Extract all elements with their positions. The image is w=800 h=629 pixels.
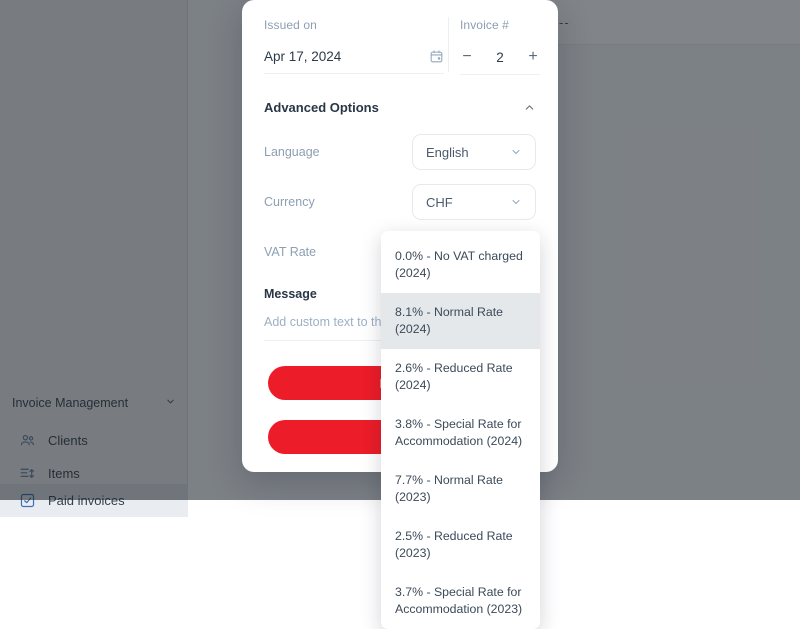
invoice-number-stepper[interactable]: − 2 + — [460, 49, 540, 75]
chevron-down-icon — [510, 196, 522, 208]
vat-option[interactable]: 3.7% - Special Rate for Accommodation (2… — [381, 573, 540, 629]
modal-dim-overlay-sidebar — [0, 0, 188, 500]
top-row-divider — [448, 17, 449, 72]
issued-on-field[interactable]: Issued on Apr 17, 2024 — [264, 18, 444, 74]
modal-top-row: Issued on Apr 17, 2024 Invoice # − 2 + — [242, 0, 558, 89]
calendar-icon[interactable] — [429, 49, 444, 64]
issued-on-label: Issued on — [264, 18, 444, 32]
language-value: English — [426, 145, 469, 160]
currency-select[interactable]: CHF — [412, 184, 536, 220]
language-row: Language English — [264, 133, 536, 171]
language-label: Language — [264, 145, 320, 159]
vat-option[interactable]: 3.8% - Special Rate for Accommodation (2… — [381, 405, 540, 461]
vat-option[interactable]: 2.6% - Reduced Rate (2024) — [381, 349, 540, 405]
issued-on-value: Apr 17, 2024 — [264, 49, 341, 64]
currency-row: Currency CHF — [264, 183, 536, 221]
currency-label: Currency — [264, 195, 315, 209]
decrement-button[interactable]: − — [460, 49, 474, 65]
vat-option[interactable]: 8.1% - Normal Rate (2024) — [381, 293, 540, 349]
issued-on-value-row[interactable]: Apr 17, 2024 — [264, 49, 444, 74]
language-select[interactable]: English — [412, 134, 536, 170]
advanced-options-title: Advanced Options — [264, 100, 379, 115]
vat-rate-label: VAT Rate — [264, 245, 316, 259]
invoice-number-value: 2 — [496, 50, 504, 65]
invoice-number-field[interactable]: Invoice # − 2 + — [460, 18, 540, 75]
message-label: Message — [264, 287, 317, 301]
chevron-up-icon[interactable] — [523, 101, 536, 114]
vat-rate-dropdown[interactable]: 0.0% - No VAT charged (2024) 8.1% - Norm… — [381, 231, 540, 629]
vat-option[interactable]: 0.0% - No VAT charged (2024) — [381, 237, 540, 293]
vat-option[interactable]: 7.7% - Normal Rate (2023) — [381, 461, 540, 517]
invoice-number-label: Invoice # — [460, 18, 540, 32]
chevron-down-icon — [510, 146, 522, 158]
increment-button[interactable]: + — [526, 49, 540, 65]
currency-value: CHF — [426, 195, 453, 210]
advanced-options-toggle[interactable]: Advanced Options — [264, 100, 536, 115]
vat-option[interactable]: 2.5% - Reduced Rate (2023) — [381, 517, 540, 573]
